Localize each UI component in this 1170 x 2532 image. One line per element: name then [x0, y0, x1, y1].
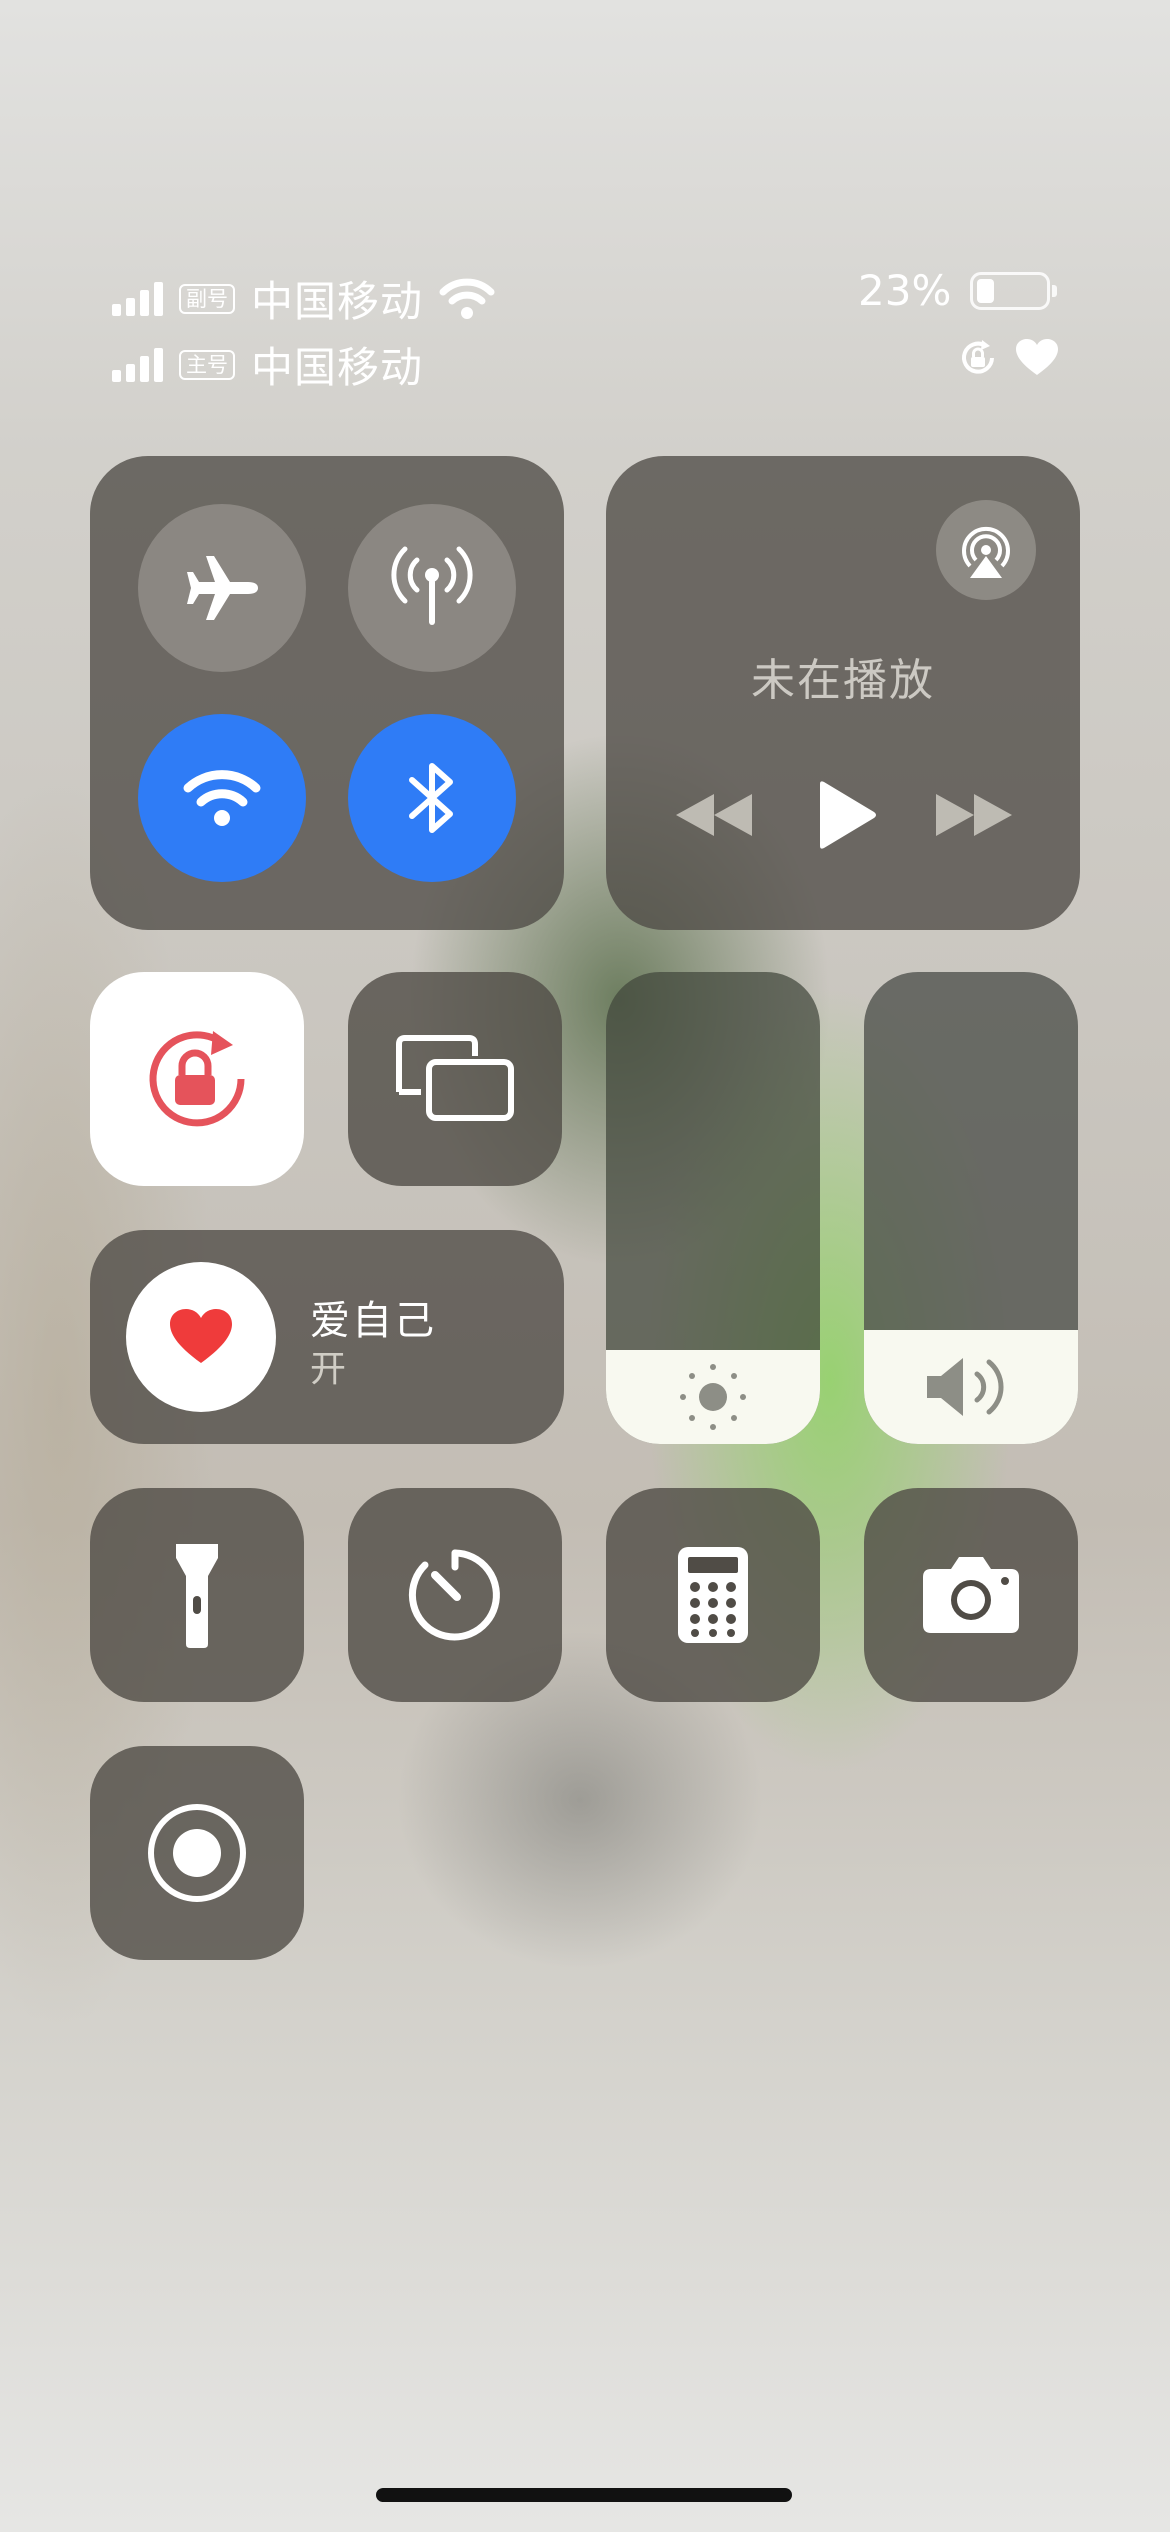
volume-level [864, 1330, 1078, 1444]
timer-button[interactable] [348, 1488, 562, 1702]
cellular-data-toggle[interactable] [348, 504, 516, 672]
wifi-icon [183, 770, 261, 826]
status-line-2: 主号 中国移动 [112, 334, 423, 395]
flashlight-icon [176, 1544, 218, 1648]
home-indicator[interactable] [376, 2488, 792, 2502]
fast-forward-button[interactable] [936, 792, 1012, 838]
airplay-audio-icon [962, 526, 1010, 578]
orientation-lock-icon [149, 1031, 245, 1127]
sim-tag-primary: 主号 [179, 349, 235, 380]
focus-icon-circle [126, 1262, 276, 1412]
connectivity-module [90, 456, 564, 930]
focus-heart-status-icon [1016, 339, 1058, 375]
orientation-lock-status-icon [962, 340, 994, 374]
carrier-name-secondary: 中国移动 [251, 277, 424, 326]
bluetooth-toggle[interactable] [348, 714, 516, 882]
cellular-antenna-icon [391, 546, 473, 625]
camera-icon [923, 1557, 1019, 1633]
rewind-button[interactable] [676, 792, 752, 838]
wifi-toggle[interactable] [138, 714, 306, 882]
airplay-button[interactable] [936, 500, 1036, 600]
speaker-volume-icon [927, 1358, 1004, 1416]
now-playing-title: 未在播放 [751, 655, 935, 706]
screen-record-button[interactable] [90, 1746, 304, 1960]
airplane-icon [187, 556, 258, 620]
signal-strength-icon [112, 281, 163, 316]
carrier-name-primary: 中国移动 [251, 343, 424, 392]
battery-icon [970, 272, 1057, 310]
calculator-icon [678, 1547, 748, 1643]
screen-record-icon [148, 1804, 246, 1902]
battery-percent: 23% [858, 266, 952, 315]
screen-mirroring-button[interactable] [348, 972, 562, 1186]
timer-icon [408, 1549, 500, 1641]
flashlight-button[interactable] [90, 1488, 304, 1702]
focus-module[interactable]: 爱自己 开 [90, 1230, 564, 1444]
sim-tag-secondary: 副号 [179, 283, 235, 314]
camera-button[interactable] [864, 1488, 1078, 1702]
status-line-1: 副号 中国移动 [112, 268, 495, 329]
calculator-button[interactable] [606, 1488, 820, 1702]
heart-icon [170, 1309, 232, 1363]
focus-state: 开 [310, 1349, 347, 1390]
bluetooth-icon [409, 763, 453, 833]
play-button[interactable] [816, 780, 876, 850]
now-playing-module[interactable]: 未在播放 [606, 456, 1080, 930]
signal-strength-icon [112, 347, 163, 382]
focus-name: 爱自己 [310, 1298, 436, 1344]
brightness-level [606, 1350, 820, 1444]
orientation-lock-toggle[interactable] [90, 972, 304, 1186]
volume-slider[interactable] [864, 972, 1078, 1444]
airplane-mode-toggle[interactable] [138, 504, 306, 672]
sun-icon [680, 1364, 746, 1430]
brightness-slider[interactable] [606, 972, 820, 1444]
screen-mirroring-icon [396, 1035, 514, 1121]
wifi-status-icon [439, 278, 495, 319]
